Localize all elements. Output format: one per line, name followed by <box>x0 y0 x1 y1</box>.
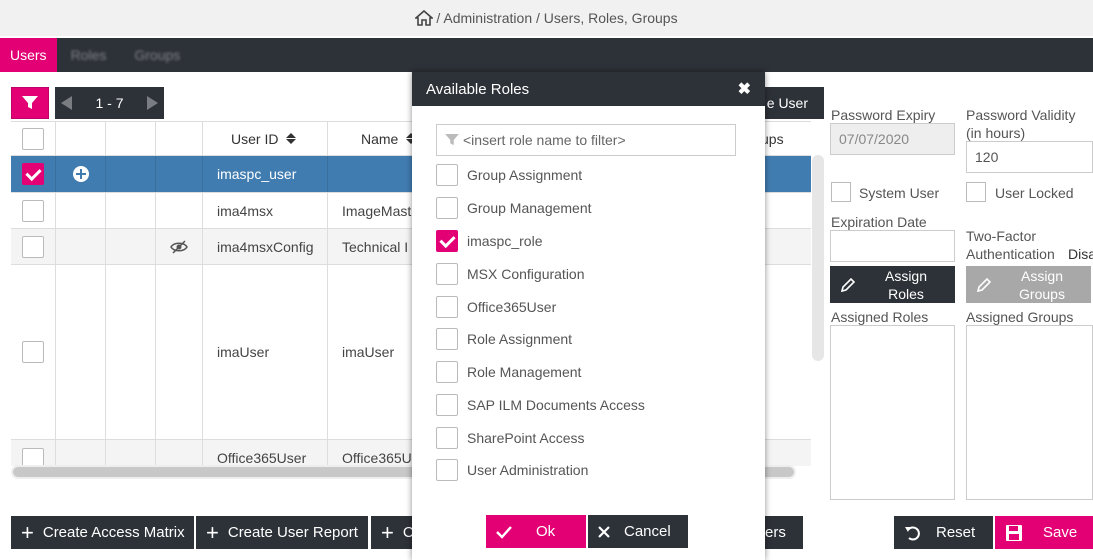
role-item[interactable]: MSX Configuration <box>436 263 585 285</box>
ok-button[interactable]: Ok <box>486 515 586 548</box>
breadcrumb: / Administration / Users, Roles, Groups <box>0 0 1093 36</box>
role-filter-input[interactable]: <insert role name to filter> <box>436 124 736 156</box>
assigned-roles-label: Assigned Roles <box>831 309 929 325</box>
role-item[interactable]: User Administration <box>436 459 588 481</box>
pager: 1 - 7 <box>55 87 164 119</box>
row-checkbox[interactable] <box>22 448 44 466</box>
password-expiry-label: Password Expiry <box>831 107 936 123</box>
available-roles-dialog: Available Roles ✖ <insert role name to f… <box>412 72 765 560</box>
role-item[interactable]: Office365User <box>436 296 556 318</box>
role-filter-placeholder: <insert role name to filter> <box>463 132 626 148</box>
previous-page-icon[interactable] <box>61 96 72 110</box>
create-access-matrix-button[interactable]: + Create Access Matrix <box>11 516 194 549</box>
cancel-button[interactable]: Cancel <box>588 515 688 548</box>
vertical-scrollbar[interactable] <box>812 155 824 361</box>
create-user-report-button[interactable]: + Create User Report <box>196 516 368 549</box>
system-user-checkbox[interactable] <box>831 182 851 202</box>
role-checkbox[interactable] <box>436 427 458 449</box>
reset-button[interactable]: Reset <box>894 516 993 549</box>
create-button-partial-2[interactable]: ers <box>765 516 803 549</box>
pager-range: 1 - 7 <box>95 95 124 111</box>
two-factor-label: Two-Factor <box>966 228 1037 244</box>
dialog-header: Available Roles ✖ <box>412 72 765 106</box>
role-item[interactable]: SAP ILM Documents Access <box>436 394 645 416</box>
checkmark-icon <box>496 525 512 539</box>
system-user-label: System User <box>859 185 940 201</box>
plus-icon: + <box>206 519 219 545</box>
sort-icon <box>286 133 297 144</box>
role-item[interactable]: SharePoint Access <box>436 427 585 449</box>
tab-groups[interactable]: Groups <box>120 38 194 72</box>
role-checkbox[interactable] <box>436 263 458 285</box>
assigned-groups-list[interactable] <box>966 325 1093 500</box>
plus-icon: + <box>381 519 394 545</box>
assign-roles-button[interactable]: Assign Roles <box>830 266 955 303</box>
assigned-groups-label: Assigned Groups <box>966 309 1074 325</box>
header-user-id[interactable]: User ID <box>203 122 328 155</box>
cell-user-id: imaUser <box>203 265 328 439</box>
role-checkbox[interactable] <box>436 296 458 318</box>
role-checkbox[interactable] <box>436 394 458 416</box>
cell-user-id: Office365User <box>203 440 328 466</box>
row-checkbox[interactable] <box>22 199 44 222</box>
create-button-partial[interactable]: + C <box>371 516 413 549</box>
pencil-icon <box>976 277 992 292</box>
role-checkbox[interactable] <box>436 459 458 481</box>
user-locked-label: User Locked <box>995 185 1074 201</box>
close-icon <box>598 525 610 538</box>
password-validity-field[interactable]: 120 <box>966 141 1093 173</box>
cell-user-id: ima4msxConfig <box>203 229 328 264</box>
row-checkbox[interactable] <box>22 235 44 258</box>
plus-icon: + <box>21 519 34 545</box>
close-icon[interactable]: ✖ <box>738 79 751 99</box>
funnel-icon <box>22 96 38 109</box>
row-checkbox[interactable] <box>22 163 44 185</box>
cell-user-id: ima4msx <box>203 193 328 228</box>
role-item[interactable]: Group Management <box>436 197 592 219</box>
dialog-title: Available Roles <box>426 80 530 98</box>
next-page-icon[interactable] <box>146 96 158 110</box>
role-checkbox[interactable] <box>436 361 458 383</box>
pencil-icon <box>840 277 856 292</box>
funnel-icon <box>445 134 459 146</box>
expand-plus-icon[interactable] <box>72 166 89 182</box>
select-all-checkbox[interactable] <box>22 127 44 150</box>
assigned-roles-list[interactable] <box>830 325 955 500</box>
assign-groups-button[interactable]: Assign Groups <box>966 266 1091 303</box>
password-validity-label: Password Validity <box>966 107 1076 123</box>
role-checkbox[interactable] <box>436 230 458 252</box>
floppy-disk-icon <box>1006 524 1022 541</box>
save-button[interactable]: Save <box>995 516 1093 549</box>
role-checkbox[interactable] <box>436 164 458 186</box>
tab-roles[interactable]: Roles <box>57 38 121 72</box>
home-icon[interactable] <box>415 10 434 26</box>
eye-slash-icon[interactable] <box>170 239 188 254</box>
user-locked-checkbox[interactable] <box>966 182 986 202</box>
role-item[interactable]: Role Management <box>436 361 581 383</box>
row-checkbox[interactable] <box>22 341 44 363</box>
role-item[interactable]: imaspc_role <box>436 230 542 252</box>
tab-users[interactable]: Users <box>0 38 57 72</box>
role-checkbox[interactable] <box>436 197 458 219</box>
password-expiry-field: 07/07/2020 <box>830 123 955 155</box>
tab-bar: Users Roles Groups <box>0 38 1093 72</box>
undo-icon <box>905 525 920 540</box>
filter-button[interactable] <box>11 87 49 119</box>
breadcrumb-path: / Administration / Users, Roles, Groups <box>436 10 678 26</box>
two-factor-label-2: Authentication <box>966 246 1055 262</box>
role-item[interactable]: Group Assignment <box>436 164 582 186</box>
cell-user-id: imaspc_user <box>203 156 328 192</box>
expiration-date-label: Expiration Date <box>831 214 927 230</box>
two-factor-value: Disa <box>1068 246 1093 262</box>
expiration-date-field[interactable] <box>830 230 955 262</box>
role-item[interactable]: Role Assignment <box>436 328 572 350</box>
role-checkbox[interactable] <box>436 328 458 350</box>
password-validity-label-hours: (in hours) <box>966 125 1026 141</box>
